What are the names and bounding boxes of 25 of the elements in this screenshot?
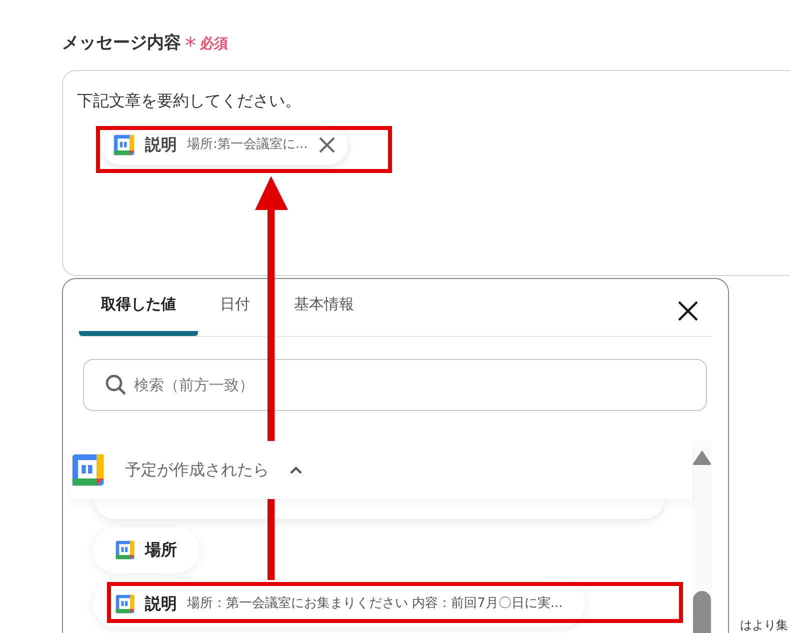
calendar-icon	[115, 540, 135, 560]
background-text: はより集	[740, 617, 788, 633]
group-title: 予定が作成されたら	[125, 459, 269, 481]
item-label: 場所	[145, 539, 177, 561]
search-field[interactable]: 検索（前方一致）	[83, 359, 707, 411]
list-item[interactable]: 場所	[93, 527, 199, 573]
chip-value: 場所:第一会議室に...	[187, 136, 308, 154]
close-icon[interactable]	[678, 301, 698, 321]
item-label: 説明	[145, 593, 177, 615]
field-label: メッセージ内容	[62, 32, 181, 56]
variable-chip[interactable]: 説明 場所:第一会議室に...	[101, 125, 348, 165]
chip-label: 説明	[145, 134, 177, 156]
tab[interactable]: 日付	[198, 278, 272, 336]
calendar-icon	[113, 134, 135, 156]
required-mark: *	[185, 36, 196, 58]
required-label: 必須	[200, 34, 228, 54]
caret-icon[interactable]	[289, 465, 303, 475]
tab[interactable]: 基本情報	[272, 278, 376, 336]
editor-text: 下記文章を要約してください。	[77, 90, 302, 112]
tab[interactable]: 取得した値	[79, 278, 198, 336]
message-editor[interactable]: 下記文章を要約してください。 説明 場所:第一会議室に...	[62, 70, 790, 276]
search-icon	[105, 374, 127, 396]
scroll-up-icon[interactable]	[693, 451, 711, 465]
item-value: 場所：第一会議室にお集まりください 内容：前回7月〇日に実...	[187, 595, 563, 614]
calendar-icon	[115, 594, 135, 614]
